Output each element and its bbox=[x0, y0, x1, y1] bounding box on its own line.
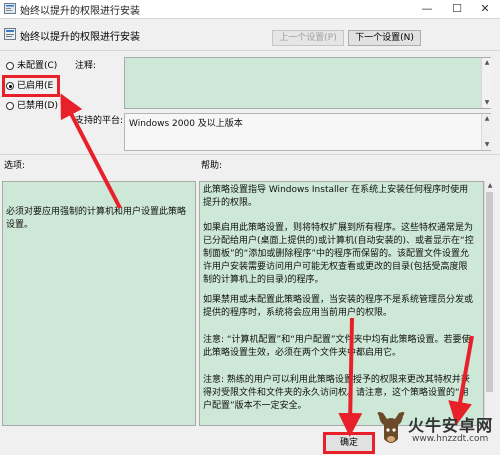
comment-textarea[interactable] bbox=[124, 57, 491, 109]
supported-scrollbar[interactable]: ▲ ▼ bbox=[481, 114, 491, 150]
divider bbox=[0, 18, 500, 19]
setting-icon bbox=[4, 28, 16, 40]
watermark: 火牛安卓网 www.hnzzdt.com bbox=[372, 404, 500, 455]
help-section-label: 帮助: bbox=[201, 161, 223, 171]
scroll-down-icon[interactable]: ▼ bbox=[483, 141, 491, 149]
watermark-name: 火牛安卓网 bbox=[408, 416, 494, 435]
help-paragraph: 如果启用此策略设置，则将特权扩展到所有程序。这些特权通常是为已分配给用户(桌面上… bbox=[203, 223, 474, 285]
dialog-header: 始终以提升的权限进行安装 bbox=[0, 20, 500, 48]
radio-label: 未配置(C) bbox=[17, 61, 58, 71]
options-panel: 必须对要应用强制的计算机和用户设置此策略设置。 bbox=[2, 181, 196, 426]
radio-circle[interactable] bbox=[6, 102, 14, 110]
radio-circle[interactable] bbox=[6, 62, 14, 70]
annotation-highlight-box bbox=[2, 75, 60, 97]
help-paragraph: 如果禁用或未配置此策略设置，当安装的程序不是系统管理员分发或提供的程序时，系统将… bbox=[203, 295, 474, 318]
comment-scrollbar[interactable]: ▲ ▼ bbox=[481, 58, 491, 108]
supported-platforms-value: Windows 2000 及以上版本 bbox=[129, 119, 243, 129]
options-text: 必须对要应用强制的计算机和用户设置此策略设置。 bbox=[6, 207, 187, 230]
previous-setting-button[interactable]: 上一个设置(P) bbox=[272, 30, 344, 46]
help-paragraph: 此策略设置指导 Windows Installer 在系统上安装任何程序时使用提… bbox=[203, 185, 469, 208]
scroll-up-icon[interactable]: ▲ bbox=[483, 115, 491, 123]
help-paragraph: 注意: “计算机配置”和“用户配置”文件夹中均有此策略设置。若要使此策略设置生效… bbox=[203, 335, 471, 358]
supported-platforms-label: 支持的平台: bbox=[75, 116, 124, 126]
title-bar: 始终以提升的权限进行安装 — ☐ ✕ bbox=[0, 0, 500, 18]
policy-icon bbox=[4, 3, 16, 14]
ok-button[interactable]: 确定 bbox=[323, 432, 375, 454]
options-section-label: 选项: bbox=[4, 161, 26, 171]
bull-logo-icon bbox=[377, 412, 405, 443]
radio-label: 已禁用(D) bbox=[17, 101, 58, 111]
help-scrollbar[interactable]: ▲ ▼ bbox=[484, 181, 494, 426]
minimize-button[interactable]: — bbox=[412, 0, 442, 18]
comment-label: 注释: bbox=[75, 61, 97, 71]
supported-platforms-box: Windows 2000 及以上版本 bbox=[124, 113, 491, 151]
scrollbar-thumb[interactable] bbox=[486, 192, 493, 392]
help-panel: 此策略设置指导 Windows Installer 在系统上安装任何程序时使用提… bbox=[199, 181, 484, 426]
setting-title: 始终以提升的权限进行安装 bbox=[20, 32, 140, 43]
maximize-button[interactable]: ☐ bbox=[442, 0, 472, 18]
scroll-down-icon[interactable]: ▼ bbox=[483, 99, 491, 107]
divider bbox=[0, 50, 500, 51]
next-setting-button[interactable]: 下一个设置(N) bbox=[348, 30, 421, 46]
divider bbox=[0, 154, 500, 155]
scroll-up-icon[interactable]: ▲ bbox=[486, 182, 494, 190]
scroll-up-icon[interactable]: ▲ bbox=[483, 59, 491, 67]
close-button[interactable]: ✕ bbox=[470, 0, 500, 18]
window-title: 始终以提升的权限进行安装 bbox=[20, 6, 140, 17]
watermark-url: www.hnzzdt.com bbox=[412, 434, 489, 444]
